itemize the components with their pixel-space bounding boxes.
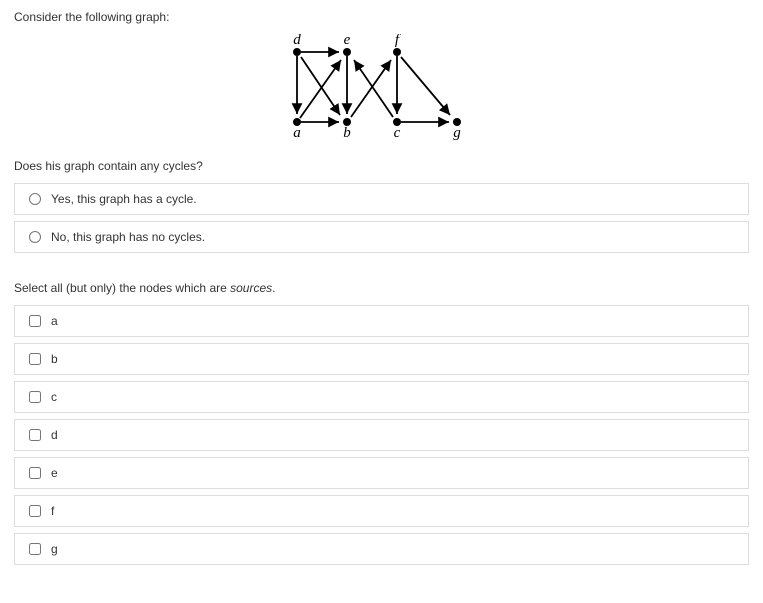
q2-option-c[interactable]: c [14, 381, 749, 413]
q2-option-g[interactable]: g [14, 533, 749, 565]
q1-option-no[interactable]: No, this graph has no cycles. [14, 221, 749, 253]
q2-option-f-label: f [51, 504, 54, 518]
q1-radio-yes[interactable] [29, 193, 41, 205]
q2-checkbox-g[interactable] [29, 543, 41, 555]
q1-prompt: Consider the following graph: [14, 10, 749, 24]
node-c-label: c [393, 125, 400, 141]
q2-option-c-label: c [51, 390, 57, 404]
q2-option-a-label: a [51, 314, 58, 328]
q2-prompt: Select all (but only) the nodes which ar… [14, 281, 749, 295]
q2-option-b[interactable]: b [14, 343, 749, 375]
question-1: Consider the following graph: [14, 10, 749, 253]
question-2: Select all (but only) the nodes which ar… [14, 281, 749, 565]
q2-prompt-prefix: Select all (but only) the nodes which ar… [14, 281, 230, 295]
graph-svg: d e f a b c g [277, 34, 487, 144]
q2-prompt-suffix: . [272, 281, 275, 295]
q2-checkbox-a[interactable] [29, 315, 41, 327]
node-b-label: b [343, 125, 351, 141]
q2-option-g-label: g [51, 542, 58, 556]
q2-option-e[interactable]: e [14, 457, 749, 489]
q1-option-yes-label: Yes, this graph has a cycle. [51, 192, 197, 206]
q2-checkbox-f[interactable] [29, 505, 41, 517]
node-d-label: d [293, 34, 301, 48]
q2-option-f[interactable]: f [14, 495, 749, 527]
q2-checkbox-e[interactable] [29, 467, 41, 479]
node-a-label: a [293, 125, 301, 141]
q1-radio-no[interactable] [29, 231, 41, 243]
q2-option-b-label: b [51, 352, 58, 366]
q2-checkbox-d[interactable] [29, 429, 41, 441]
q2-checkbox-c[interactable] [29, 391, 41, 403]
q2-option-a[interactable]: a [14, 305, 749, 337]
graph-figure: d e f a b c g [14, 34, 749, 147]
q2-option-d[interactable]: d [14, 419, 749, 451]
node-g-label: g [453, 125, 461, 141]
q1-option-yes[interactable]: Yes, this graph has a cycle. [14, 183, 749, 215]
q2-option-e-label: e [51, 466, 58, 480]
node-e-label: e [343, 34, 350, 48]
node-f-label: f [394, 34, 400, 48]
q1-followup: Does his graph contain any cycles? [14, 159, 749, 173]
q1-option-no-label: No, this graph has no cycles. [51, 230, 205, 244]
q2-option-d-label: d [51, 428, 58, 442]
q2-checkbox-b[interactable] [29, 353, 41, 365]
q2-prompt-italic: sources [230, 281, 272, 295]
